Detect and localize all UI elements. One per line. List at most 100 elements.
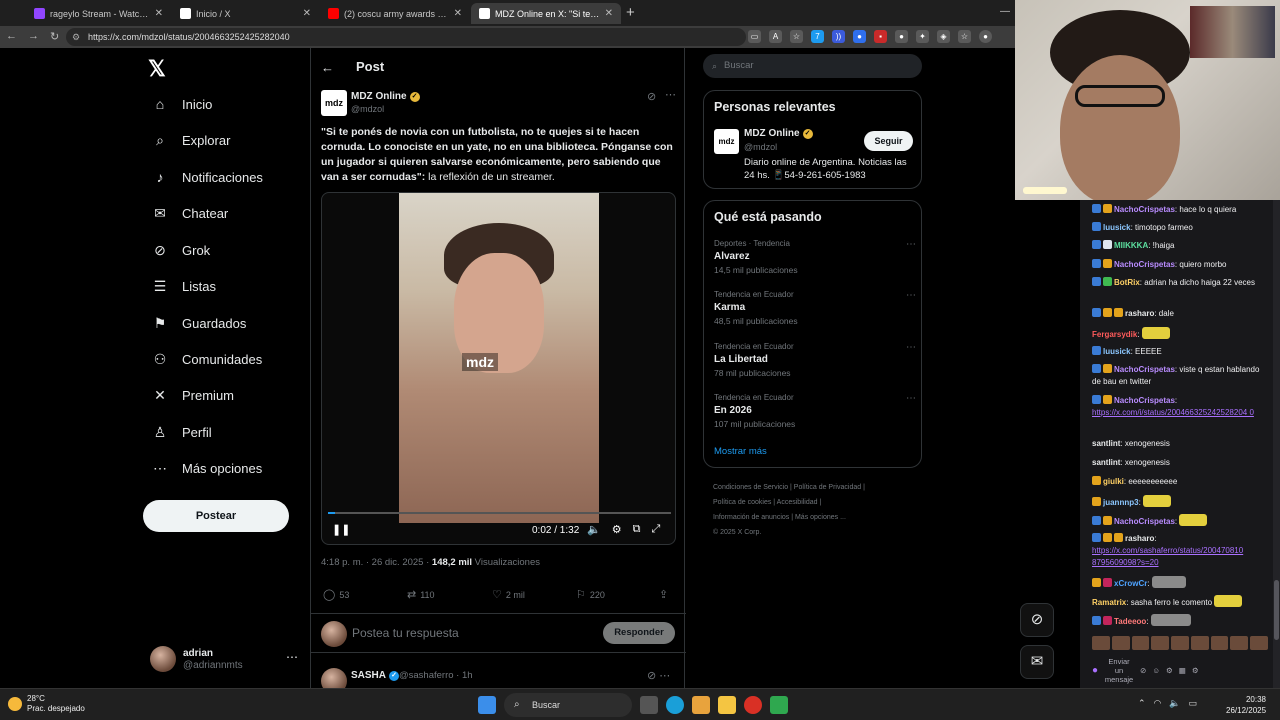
new-tab-icon[interactable]: + <box>626 4 635 21</box>
chat-user[interactable]: NachoCrispetas <box>1114 396 1175 405</box>
chat-link[interactable]: https://x.com/i/status/20046632524252820… <box>1092 408 1254 417</box>
volume-icon[interactable]: 🔈 <box>587 523 601 536</box>
reply-button[interactable]: Responder <box>603 622 675 644</box>
close-icon[interactable]: ✕ <box>454 8 462 19</box>
emoji-icon[interactable]: ☺ <box>1152 666 1160 675</box>
speaker-icon[interactable]: 🔈 <box>1169 698 1180 709</box>
puzzle-icon[interactable]: ✦ <box>916 30 929 43</box>
weather-widget[interactable]: 28°C Prac. despejado <box>8 694 85 714</box>
like-action[interactable]: ♡ 2 mil <box>492 588 525 601</box>
author-name-row[interactable]: MDZ Online ✓ <box>351 91 420 102</box>
nav-item-bookmarks[interactable]: ⚑ Guardados <box>152 315 247 331</box>
chat-user[interactable]: giulki <box>1103 477 1124 486</box>
close-icon[interactable]: ✕ <box>605 8 613 19</box>
tab-x-home[interactable]: Inicio / X ✕ <box>172 3 319 24</box>
chat-user[interactable]: Tadeeoo <box>1114 617 1146 626</box>
chat-user[interactable]: NachoCrispetas <box>1114 365 1175 374</box>
grok-icon[interactable]: ⊘ <box>647 90 656 103</box>
back-arrow-icon[interactable]: ← <box>321 60 334 75</box>
pause-icon[interactable]: ❚❚ <box>332 523 350 536</box>
settings-icon[interactable]: ⚙ <box>612 523 622 536</box>
url-field[interactable]: https://x.com/mdzol/status/2004663252425… <box>66 28 746 46</box>
trend-item[interactable]: Tendencia en Ecuador Karma 48,5 mil publ… <box>714 290 916 336</box>
more-icon[interactable]: ⋯ <box>665 88 676 101</box>
nav-item-grok[interactable]: ⊘ Grok <box>152 242 210 258</box>
tab-twitch[interactable]: rageylo Stream - Watch Live o ✕ <box>26 3 171 24</box>
tab-mdz-post[interactable]: MDZ Online en X: "Si te poné ✕ <box>471 3 621 24</box>
chat-user[interactable]: rasharo <box>1125 309 1154 318</box>
extension-icon[interactable]: ▪ <box>874 30 887 43</box>
chat-user[interactable]: luusick <box>1103 223 1131 232</box>
reply-input[interactable]: Postea tu respuesta <box>352 626 459 640</box>
grid-icon[interactable]: ▦ <box>1179 666 1186 675</box>
post-timestamp[interactable]: 4:18 p. m. · 26 dic. 2025 · <box>321 557 432 568</box>
minimize-icon[interactable]: — <box>1000 6 1010 17</box>
chat-user[interactable]: xCrowCr <box>1114 579 1147 588</box>
author-avatar[interactable]: mdz <box>321 90 347 116</box>
nav-item-notifications[interactable]: ♪ Notificaciones <box>152 169 263 185</box>
more-icon[interactable]: ⋯ <box>906 290 916 301</box>
trend-item[interactable]: Tendencia en Ecuador La Libertad 78 mil … <box>714 342 916 388</box>
chat-user[interactable]: Fergarsydik <box>1092 330 1137 339</box>
store-icon[interactable] <box>692 696 710 714</box>
share-action[interactable]: ⇪ <box>659 588 668 601</box>
chat-user[interactable]: luusick <box>1103 347 1131 356</box>
chat-user[interactable]: NachoCrispetas <box>1114 260 1175 269</box>
nav-item-home[interactable]: ⌂ Inicio <box>152 96 213 112</box>
author-handle[interactable]: @mdzol <box>351 104 384 114</box>
messages-floating-icon[interactable]: ✉ <box>1020 645 1054 679</box>
more-icon[interactable]: ⋯ <box>906 342 916 353</box>
grok-floating-icon[interactable]: ⊘ <box>1020 603 1054 637</box>
chat-user[interactable]: santlint <box>1092 439 1120 448</box>
reply-more-icon[interactable]: ⊘ ⋯ <box>647 669 670 682</box>
translate-icon[interactable]: A <box>769 30 782 43</box>
profile-icon[interactable]: ● <box>979 30 992 43</box>
chat-link[interactable]: https://x.com/sashaferro/status/20047081… <box>1092 546 1243 567</box>
emote-bar[interactable] <box>1092 636 1269 650</box>
nav-item-more-options[interactable]: ⋯ Más opciones <box>152 460 262 476</box>
relevant-avatar[interactable]: mdz <box>714 129 739 154</box>
chat-user[interactable]: santlint <box>1092 458 1120 467</box>
reload-icon[interactable]: ↻ <box>50 30 59 43</box>
footer-line[interactable]: Información de anuncios | Más opciones .… <box>713 510 913 525</box>
chat-user[interactable]: Ramatrix <box>1092 598 1126 607</box>
chat-user[interactable]: juannnp3 <box>1103 498 1139 507</box>
extension-icon[interactable]: 7 <box>811 30 824 43</box>
more-icon[interactable]: ⋯ <box>906 393 916 404</box>
app-icon[interactable] <box>770 696 788 714</box>
account-switcher[interactable]: adrian @adriannmts ⋯ <box>150 646 300 676</box>
show-more-link[interactable]: Mostrar más <box>714 446 767 457</box>
chat-scrollbar[interactable] <box>1273 200 1280 688</box>
scroll-thumb[interactable] <box>1274 580 1279 640</box>
post-button[interactable]: Postear <box>143 500 289 532</box>
extension-icon[interactable]: ◈ <box>937 30 950 43</box>
more-icon[interactable]: ⋯ <box>286 650 298 664</box>
relevant-name-row[interactable]: MDZ Online ✓ <box>744 128 813 139</box>
forward-icon[interactable]: → <box>28 30 39 43</box>
gear-icon[interactable]: ⚙ <box>1192 666 1199 675</box>
taskbar-search[interactable]: ⌕ Buscar <box>504 693 632 717</box>
chat-user[interactable]: NachoCrispetas <box>1114 517 1175 526</box>
grok-icon[interactable]: ⊘ <box>1140 666 1146 675</box>
extension-icon[interactable]: ● <box>853 30 866 43</box>
nav-item-chat[interactable]: ✉ Chatear <box>152 205 228 221</box>
video-progress-bar[interactable] <box>328 512 671 514</box>
taskbar-clock[interactable]: 20:38 26/12/2025 <box>1226 694 1266 716</box>
x-logo-icon[interactable]: 𝕏 <box>148 56 166 82</box>
chat-user[interactable]: MIIKKKA <box>1114 241 1148 250</box>
footer-line[interactable]: Condiciones de Servicio | Política de Pr… <box>713 480 913 495</box>
nav-item-premium[interactable]: ✕ Premium <box>152 387 234 403</box>
chat-user[interactable]: rasharo <box>1125 534 1154 543</box>
trend-item[interactable]: Deportes · Tendencia Alvarez 14,5 mil pu… <box>714 239 916 285</box>
mic-icon[interactable]: ● <box>1092 665 1098 676</box>
close-icon[interactable]: ✕ <box>303 8 311 19</box>
extension-icon[interactable]: ● <box>895 30 908 43</box>
follow-button[interactable]: Seguir <box>864 131 913 151</box>
install-icon[interactable]: ▭ <box>748 30 761 43</box>
tab-youtube[interactable]: (2) coscu army awards musica - Yo ✕ <box>320 3 470 24</box>
extension-icon[interactable]: )) <box>832 30 845 43</box>
close-icon[interactable]: ✕ <box>155 8 163 19</box>
search-input[interactable]: ⌕ Buscar <box>703 54 922 78</box>
favorites-icon[interactable]: ☆ <box>958 30 971 43</box>
battery-icon[interactable]: ▭ <box>1189 698 1198 709</box>
